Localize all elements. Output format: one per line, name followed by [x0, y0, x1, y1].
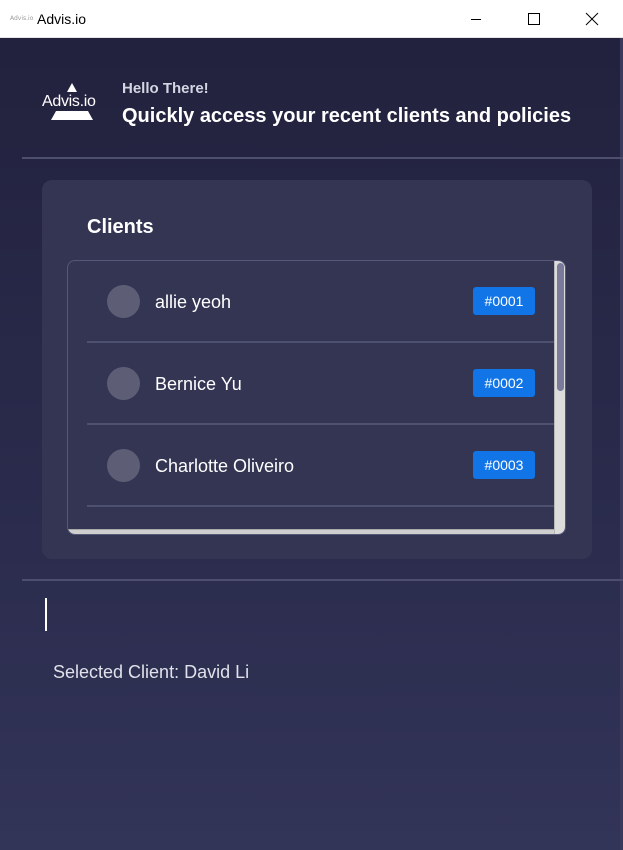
- minimize-icon: [471, 19, 481, 20]
- greeting-text: Hello There!: [122, 80, 209, 97]
- client-row[interactable]: Charlotte Oliveiro #0003: [68, 425, 554, 507]
- scrollbar-thumb[interactable]: [557, 263, 564, 391]
- app-icon: Advis.io: [10, 15, 34, 22]
- close-button[interactable]: [563, 0, 621, 38]
- close-icon: [585, 12, 599, 26]
- minimize-button[interactable]: [447, 0, 505, 38]
- text-input-caret[interactable]: [45, 598, 47, 631]
- selected-client-label: Selected Client: David Li: [53, 662, 250, 682]
- advis-logo: Advis.io: [40, 80, 104, 122]
- client-row[interactable]: allie yeoh #0001: [68, 261, 554, 343]
- section-divider: [22, 579, 623, 581]
- clients-card: Clients allie yeoh #0001 Bernice Yu #000…: [42, 180, 592, 559]
- maximize-button[interactable]: [505, 0, 563, 38]
- client-list[interactable]: allie yeoh #0001 Bernice Yu #0002 Charlo…: [67, 260, 566, 535]
- logo-text: Advis.io: [42, 93, 96, 110]
- client-row[interactable]: Bernice Yu #0002: [68, 343, 554, 425]
- window-title: Advis.io: [37, 11, 87, 27]
- horizontal-scrollbar[interactable]: [68, 529, 554, 534]
- client-avatar: [107, 285, 140, 318]
- client-avatar: [107, 367, 140, 400]
- page-headline: Quickly access your recent clients and p…: [122, 105, 572, 127]
- header-divider: [22, 157, 623, 159]
- client-id-badge[interactable]: #0002: [473, 369, 535, 397]
- clients-title: Clients: [87, 216, 154, 238]
- logo-base-icon: [51, 111, 93, 120]
- client-avatar: [107, 449, 140, 482]
- client-name: Bernice Yu: [155, 374, 242, 394]
- window-titlebar: Advis.io Advis.io: [0, 0, 623, 38]
- app-body: Advis.io Hello There! Quickly access you…: [0, 38, 623, 850]
- client-name: Charlotte Oliveiro: [155, 456, 295, 476]
- client-id-badge[interactable]: #0003: [473, 451, 535, 479]
- client-name: allie yeoh: [155, 292, 232, 312]
- maximize-icon: [528, 13, 540, 25]
- client-id-badge[interactable]: #0001: [473, 287, 535, 315]
- logo-triangle-icon: [67, 83, 77, 92]
- vertical-scrollbar[interactable]: [554, 261, 565, 534]
